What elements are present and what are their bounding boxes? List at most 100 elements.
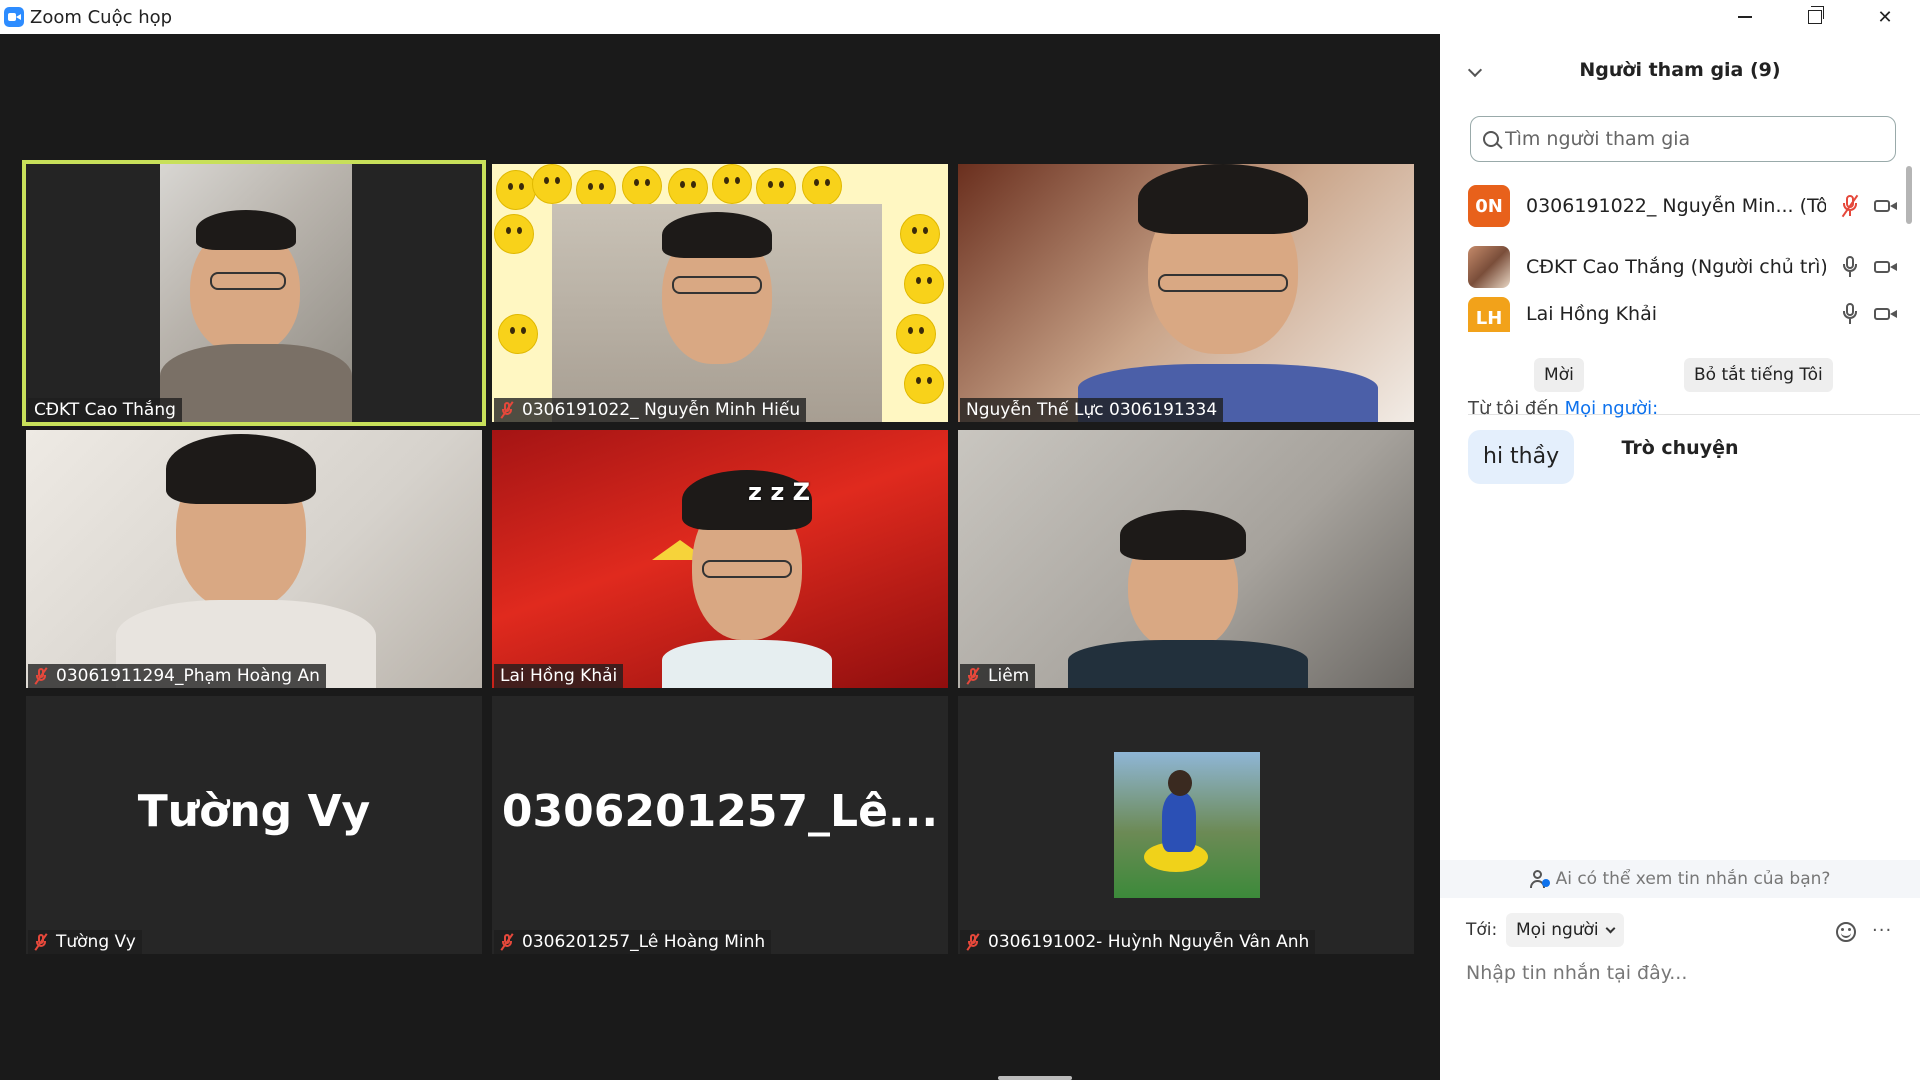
chat-recipient-link[interactable]: Mọi người xyxy=(1565,398,1653,419)
video-tile[interactable]: z z Z Lai Hồng Khải xyxy=(492,430,948,688)
emoji-decoration xyxy=(532,164,572,204)
tile-name-text: 0306191022_ Nguyễn Minh Hiếu xyxy=(522,400,801,420)
video-tile[interactable]: Liêm xyxy=(958,430,1414,688)
emoji-icon[interactable] xyxy=(1836,922,1856,942)
collapse-chevron-icon[interactable] xyxy=(1467,62,1483,78)
camera-icon[interactable] xyxy=(1874,302,1898,326)
participant-glasses xyxy=(672,276,762,294)
chat-from-prefix: Từ tôi đến xyxy=(1468,398,1559,419)
host-video-feed xyxy=(160,164,352,422)
video-tile[interactable]: 03061911294_Phạm Hoàng An xyxy=(26,430,482,688)
participant-shirt xyxy=(1068,640,1308,688)
search-input[interactable] xyxy=(1505,128,1885,150)
video-tile[interactable]: Nguyễn Thế Lực 0306191334 xyxy=(958,164,1414,422)
participants-scrollbar[interactable] xyxy=(1906,166,1912,224)
video-tile[interactable]: 0306191022_ Nguyễn Minh Hiếu xyxy=(492,164,948,422)
participants-title: Người tham gia (9) xyxy=(1579,59,1781,81)
chat-message-bubble[interactable]: hi thầy xyxy=(1468,430,1575,484)
mic-muted-icon xyxy=(500,401,514,419)
participant-row[interactable]: 0N 0306191022_ Nguyễn Min... (Tôi) xyxy=(1468,184,1898,228)
avatar: LH xyxy=(1468,297,1510,332)
participant-video-feed xyxy=(552,204,882,422)
participant-hair xyxy=(1120,510,1246,560)
video-gallery: CĐKT Cao Thắng 0306191022_ Nguyễn Minh H… xyxy=(0,34,1440,1080)
minimize-button[interactable] xyxy=(1710,0,1780,34)
participant-hair xyxy=(166,434,316,504)
close-icon: ✕ xyxy=(1877,6,1893,28)
video-tile[interactable]: 0306191002- Huỳnh Nguyễn Vân Anh xyxy=(958,696,1414,954)
child-head xyxy=(1168,770,1192,796)
emoji-decoration xyxy=(668,168,708,208)
mic-muted-icon xyxy=(966,933,980,951)
participant-row[interactable]: LH Lai Hồng Khải xyxy=(1468,296,1898,332)
tile-name-text: Tường Vy xyxy=(56,932,136,952)
camera-icon[interactable] xyxy=(1874,194,1898,218)
tile-name-text: 0306191002- Huỳnh Nguyễn Vân Anh xyxy=(988,932,1310,952)
emoji-decoration xyxy=(498,314,538,354)
participant-hair xyxy=(662,212,772,258)
mic-icon[interactable] xyxy=(1838,255,1862,279)
emoji-decoration xyxy=(496,170,536,210)
participant-shirt xyxy=(662,640,832,688)
resize-handle[interactable] xyxy=(998,1076,1072,1080)
invite-button[interactable]: Mời xyxy=(1534,358,1584,392)
camera-icon[interactable] xyxy=(1874,255,1898,279)
privacy-text: Ai có thể xem tin nhắn của bạn? xyxy=(1555,869,1831,889)
participant-name: Lai Hồng Khải xyxy=(1526,303,1658,325)
mic-muted-icon[interactable] xyxy=(1838,194,1862,218)
emoji-decoration xyxy=(494,214,534,254)
to-label: Tới: xyxy=(1466,920,1498,940)
emoji-decoration xyxy=(756,168,796,208)
people-info-icon xyxy=(1529,870,1550,888)
restore-button[interactable] xyxy=(1780,0,1850,34)
video-tile[interactable]: Tường Vy Tường Vy xyxy=(26,696,482,954)
tile-name-label: 0306191002- Huỳnh Nguyễn Vân Anh xyxy=(960,930,1316,954)
mic-muted-icon xyxy=(966,667,980,685)
search-icon xyxy=(1483,131,1499,147)
participant-glasses xyxy=(702,560,792,578)
participant-name: 0306191022_ Nguyễn Min... (Tôi) xyxy=(1526,195,1826,217)
emoji-decoration xyxy=(904,264,944,304)
chat-sender-line: Từ tôi đến Mọi người: xyxy=(1468,398,1658,419)
participant-glasses xyxy=(1158,274,1288,292)
participant-row[interactable]: CĐKT Cao Thắng (Người chủ trì) xyxy=(1468,245,1898,289)
title-bar: Zoom Cuộc họp ✕ xyxy=(0,0,1920,34)
video-tile-host[interactable]: CĐKT Cao Thắng xyxy=(22,160,486,426)
participant-search[interactable] xyxy=(1470,116,1896,162)
emoji-decoration xyxy=(622,166,662,206)
mic-muted-icon xyxy=(500,933,514,951)
unmute-me-button[interactable]: Bỏ tắt tiếng Tôi xyxy=(1684,358,1833,392)
chat-privacy-info[interactable]: Ai có thể xem tin nhắn của bạn? xyxy=(1440,860,1920,898)
participant-hair xyxy=(1138,164,1308,234)
tile-name-label: 0306201257_Lê Hoàng Minh xyxy=(494,930,772,954)
more-options-icon[interactable]: ··· xyxy=(1872,920,1892,941)
tile-name-label: Nguyễn Thế Lực 0306191334 xyxy=(960,398,1224,422)
tile-name-label: CĐKT Cao Thắng xyxy=(28,398,182,422)
profile-picture xyxy=(1114,752,1260,898)
chat-message-input[interactable] xyxy=(1466,956,1896,990)
tile-name-label: 0306191022_ Nguyễn Minh Hiếu xyxy=(494,398,807,422)
tile-name-text: CĐKT Cao Thắng xyxy=(34,400,176,420)
tile-name-text: 03061911294_Phạm Hoàng An xyxy=(56,666,320,686)
tile-name-text: Liêm xyxy=(988,666,1030,686)
recipient-dropdown[interactable]: Mọi người xyxy=(1506,913,1624,947)
emoji-decoration xyxy=(802,166,842,206)
avatar xyxy=(1468,246,1510,288)
tile-name-text: 0306201257_Lê Hoàng Minh xyxy=(522,932,766,952)
mic-muted-icon xyxy=(34,667,48,685)
restore-icon xyxy=(1808,6,1824,24)
window-title: Zoom Cuộc họp xyxy=(30,6,173,28)
chat-title: Trò chuyện xyxy=(1621,437,1739,459)
mic-icon[interactable] xyxy=(1838,302,1862,326)
avatar: 0N xyxy=(1468,185,1510,227)
participants-header[interactable]: Người tham gia (9) xyxy=(1440,50,1920,90)
video-tile[interactable]: 0306201257_Lê... 0306201257_Lê Hoàng Min… xyxy=(492,696,948,954)
side-panel: Người tham gia (9) 0N 0306191022_ Nguyễn… xyxy=(1440,34,1920,1080)
chevron-down-icon xyxy=(1605,923,1616,933)
tile-name-label: 03061911294_Phạm Hoàng An xyxy=(28,664,326,688)
close-button[interactable]: ✕ xyxy=(1850,0,1920,34)
tile-name-text: Nguyễn Thế Lực 0306191334 xyxy=(966,400,1218,420)
emoji-decoration xyxy=(904,364,944,404)
participant-tag: (Tôi) xyxy=(1799,195,1826,217)
host-glasses xyxy=(210,272,286,290)
